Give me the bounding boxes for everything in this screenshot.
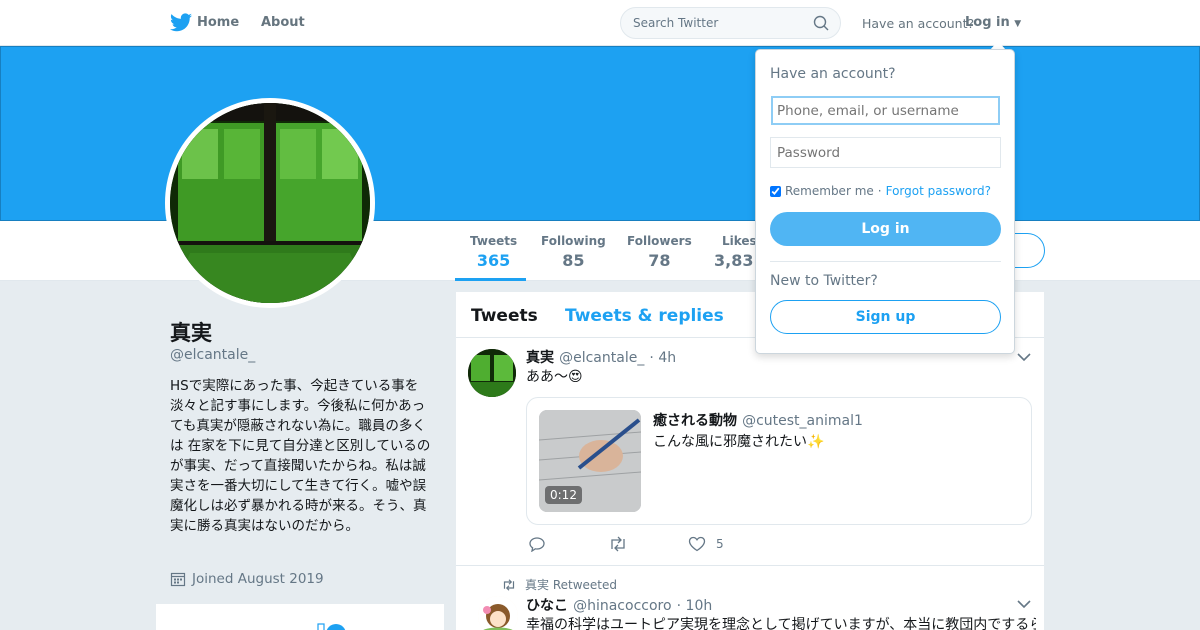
like-action[interactable]: 5 xyxy=(688,536,724,552)
tab-tweets[interactable]: Tweets xyxy=(471,306,538,326)
stat-tweets[interactable]: Tweets 365 xyxy=(470,234,517,270)
joined-date: Joined August 2019 xyxy=(170,571,324,587)
login-toggle-label[interactable]: Log in xyxy=(965,15,1010,30)
tweet-text: 幸福の科学はユートピア実現を理念として掲げていますが、本当に教団内でするら xyxy=(526,617,1036,630)
joined-text: Joined August 2019 xyxy=(192,571,324,587)
login-dropdown-toggle[interactable]: Log in ▼ xyxy=(965,15,1021,30)
quoted-tweet-header: 癒される動物 @cutest_animal1 xyxy=(653,410,863,430)
video-duration: 0:12 xyxy=(545,486,582,504)
username-field[interactable] xyxy=(771,96,1000,125)
dropdown-title: Have an account? xyxy=(770,66,896,82)
profile-bio: HSで実際にあった事、今起きている事を淡々と記す事にします。今後私に何かあっても… xyxy=(170,378,431,534)
tab-tweets-and-replies[interactable]: Tweets & replies xyxy=(565,306,724,326)
tweet-author-name[interactable]: 真実 xyxy=(526,350,554,366)
stat-label: Followers xyxy=(627,234,692,248)
search-placeholder[interactable]: Search Twitter xyxy=(633,16,718,30)
login-dropdown: Have an account? Remember me · Forgot pa… xyxy=(755,49,1015,354)
profile-avatar[interactable] xyxy=(165,98,375,308)
avatar-image xyxy=(468,349,516,397)
media-icon xyxy=(317,623,346,630)
avatar-image xyxy=(478,596,518,630)
tweet-author-name[interactable]: ひなこ xyxy=(526,598,568,614)
remember-me-checkbox[interactable] xyxy=(770,185,781,197)
search-icon[interactable] xyxy=(813,15,829,31)
stat-value: 85 xyxy=(562,251,585,270)
tweet-author-handle[interactable]: @elcantale_ xyxy=(559,350,644,366)
tweet-header: 真実 @elcantale_ · 4h xyxy=(526,347,676,367)
search-box[interactable]: Search Twitter xyxy=(620,7,841,39)
stat-label: Following xyxy=(541,234,606,248)
tweet-text: ああ〜😍 xyxy=(526,369,583,385)
stat-following[interactable]: Following 85 xyxy=(541,234,606,270)
tweet-author-handle[interactable]: @hinacoccoro xyxy=(573,598,671,614)
have-account-text: Have an account? xyxy=(862,16,975,31)
forgot-password-link[interactable]: Forgot password? xyxy=(886,184,991,198)
tweet-divider xyxy=(456,565,1044,566)
quoted-video-thumbnail[interactable]: 0:12 xyxy=(539,410,641,512)
heart-icon[interactable] xyxy=(688,536,706,552)
nav-about-link[interactable]: About xyxy=(261,15,305,30)
retweet-context: 真実 Retweeted xyxy=(501,576,617,593)
chevron-down-icon[interactable] xyxy=(1017,599,1031,609)
nav-home-link[interactable]: Home xyxy=(197,15,239,30)
login-button[interactable]: Log in xyxy=(770,212,1001,246)
quoted-author-name[interactable]: 癒される動物 xyxy=(653,413,737,429)
tweet-avatar[interactable] xyxy=(478,596,518,630)
reply-action[interactable] xyxy=(528,536,546,552)
caret-down-icon: ▼ xyxy=(1014,19,1022,29)
tweet-header: ひなこ @hinacoccoro · 10h xyxy=(526,595,712,615)
twitter-bird-icon[interactable] xyxy=(170,13,192,32)
stat-label: Tweets xyxy=(470,234,518,248)
dropdown-divider xyxy=(770,261,1001,262)
stat-value: 365 xyxy=(476,251,511,270)
new-to-twitter-text: New to Twitter? xyxy=(770,273,878,289)
separator-dot: · xyxy=(877,184,882,198)
avatar-image xyxy=(170,103,370,303)
remember-me-label[interactable]: Remember me xyxy=(785,184,874,198)
retweeted-by-text[interactable]: 真実 Retweeted xyxy=(525,576,617,593)
chevron-down-icon[interactable] xyxy=(1017,352,1031,362)
quoted-author-handle[interactable]: @cutest_animal1 xyxy=(742,413,863,429)
signup-button[interactable]: Sign up xyxy=(770,300,1001,334)
profile-name[interactable]: 真実 xyxy=(170,317,212,347)
retweet-icon[interactable] xyxy=(608,536,628,552)
remember-me-row: Remember me · Forgot password? xyxy=(770,184,991,198)
tweet-avatar[interactable] xyxy=(468,349,516,397)
left-media-card xyxy=(156,604,444,630)
quoted-tweet-text: こんな風に邪魔されたい✨ xyxy=(653,434,825,450)
reply-icon[interactable] xyxy=(528,536,546,552)
profile-handle[interactable]: @elcantale_ xyxy=(170,347,255,363)
retweet-icon xyxy=(503,578,515,591)
stat-followers[interactable]: Followers 78 xyxy=(627,234,692,270)
password-field[interactable] xyxy=(770,137,1001,168)
active-stat-underline xyxy=(455,278,526,281)
quoted-tweet-card[interactable]: 0:12 癒される動物 @cutest_animal1 こんな風に邪魔されたい✨ xyxy=(526,397,1032,525)
stat-value: 78 xyxy=(648,251,671,270)
tweet-time[interactable]: · 4h xyxy=(649,350,676,366)
retweet-action[interactable] xyxy=(608,536,628,552)
top-nav-bar: Home About Search Twitter Have an accoun… xyxy=(0,0,1200,46)
like-count: 5 xyxy=(716,537,724,551)
calendar-icon xyxy=(170,572,186,587)
tweet-time[interactable]: · 10h xyxy=(677,598,713,614)
